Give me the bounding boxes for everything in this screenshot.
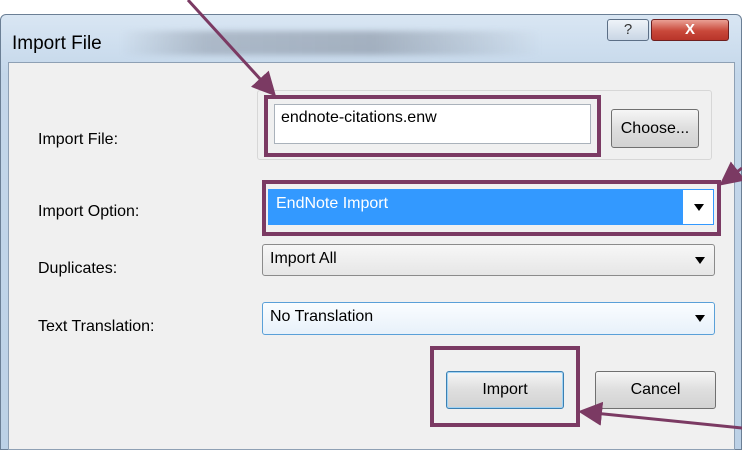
arrow-to-import-button <box>578 401 742 430</box>
arrow-to-import-file <box>186 0 277 97</box>
annotation-arrows <box>186 0 742 430</box>
arrow-to-import-option <box>719 161 742 186</box>
